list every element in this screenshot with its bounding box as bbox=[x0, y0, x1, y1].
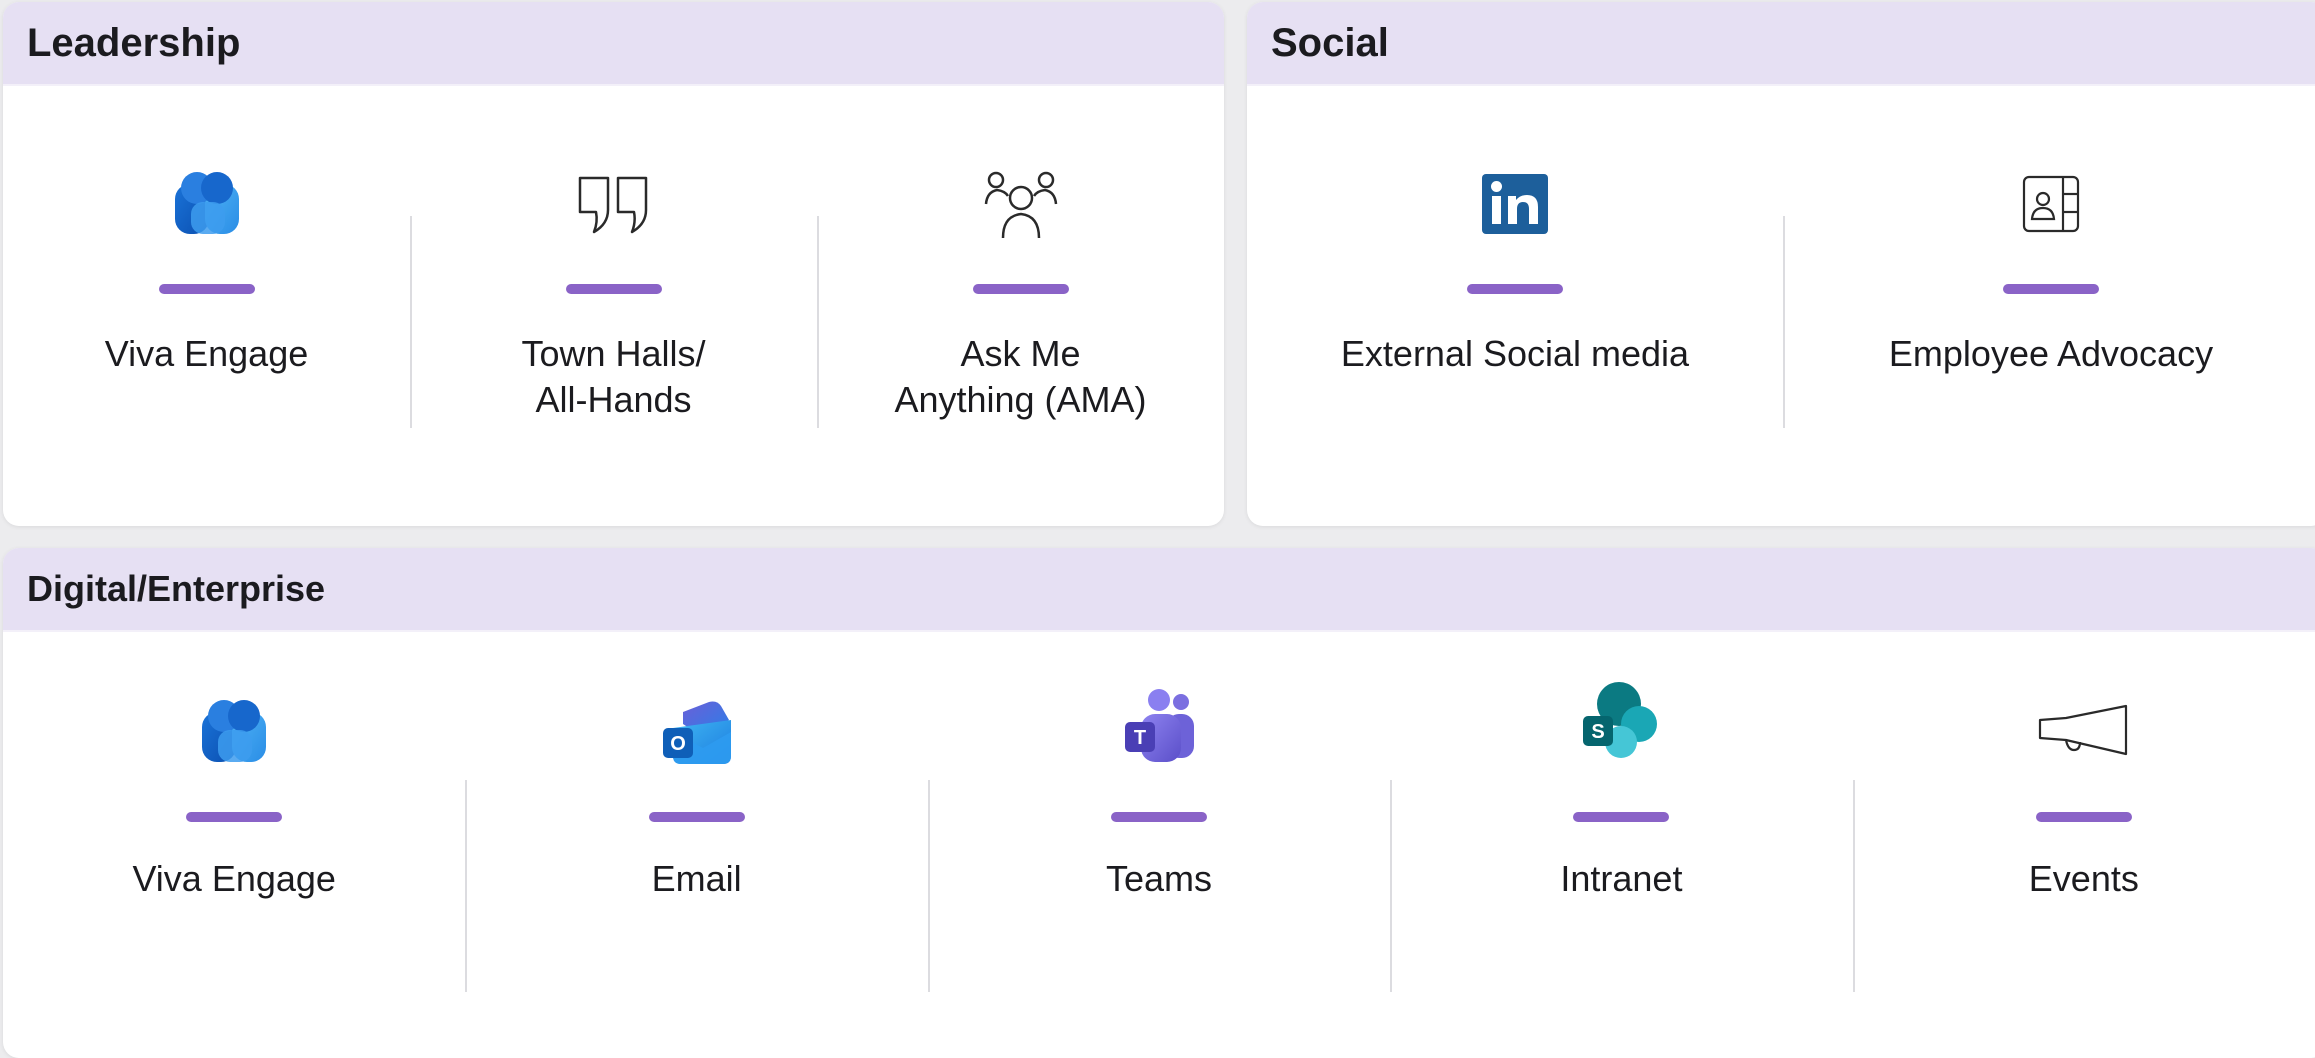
social-panel: Social External Social media Employee Ad… bbox=[1247, 2, 2315, 526]
item-label: Employee Advocacy bbox=[1888, 333, 2214, 374]
item-label: Teams bbox=[1106, 858, 1213, 899]
digital-item-intranet[interactable]: S Intranet bbox=[1390, 632, 1852, 1058]
megaphone-icon bbox=[2034, 692, 2134, 772]
accent-bar bbox=[2035, 812, 2132, 822]
item-label: External Social media bbox=[1340, 333, 1690, 374]
panel-title: Social bbox=[1271, 20, 1389, 65]
panel-title: Leadership bbox=[27, 20, 241, 65]
svg-text:T: T bbox=[1134, 727, 1146, 749]
linkedin-icon bbox=[1475, 164, 1555, 244]
svg-text:O: O bbox=[670, 733, 686, 755]
social-item-employee-advocacy[interactable]: Employee Advocacy bbox=[1783, 86, 2315, 526]
digital-item-teams[interactable]: T Teams bbox=[927, 632, 1390, 1058]
social-items: External Social media Employee Advocacy bbox=[1247, 86, 2315, 526]
teams-icon: T bbox=[1119, 686, 1199, 766]
accent-bar bbox=[186, 812, 283, 822]
panel-title: Digital/Enterprise bbox=[27, 568, 326, 609]
accent-bar bbox=[158, 284, 255, 294]
leadership-header: Leadership bbox=[3, 2, 1224, 86]
accent-bar bbox=[648, 812, 745, 822]
accent-bar bbox=[2003, 284, 2099, 294]
social-header: Social bbox=[1247, 2, 2315, 86]
accent-bar bbox=[565, 284, 662, 294]
digital-item-email[interactable]: O Email bbox=[465, 632, 927, 1058]
item-label: Email bbox=[651, 858, 742, 899]
item-label: Viva Engage bbox=[104, 333, 309, 374]
leadership-panel: Leadership Viva Engage Town Halls/ All-H… bbox=[3, 2, 1224, 526]
item-label: Viva Engage bbox=[132, 858, 336, 899]
leadership-item-ama[interactable]: Ask Me Anything (AMA) bbox=[817, 86, 1224, 526]
digital-panel: Digital/Enterprise Viva Engage O Email T… bbox=[3, 548, 2315, 1058]
sharepoint-icon: S bbox=[1581, 682, 1661, 762]
accent-bar bbox=[1467, 284, 1563, 294]
digital-item-events[interactable]: Events bbox=[1852, 632, 2315, 1058]
digital-items: Viva Engage O Email T Teams S Intranet E… bbox=[3, 632, 2315, 1058]
digital-header: Digital/Enterprise bbox=[3, 548, 2315, 632]
social-item-external-social-media[interactable]: External Social media bbox=[1247, 86, 1783, 526]
outlook-icon: O bbox=[657, 692, 737, 772]
people-group-icon bbox=[981, 164, 1061, 244]
item-label: Intranet bbox=[1560, 858, 1683, 899]
divider bbox=[1783, 216, 1785, 428]
accent-bar bbox=[972, 284, 1069, 294]
leadership-items: Viva Engage Town Halls/ All-Hands Ask Me… bbox=[3, 86, 1224, 526]
accent-bar bbox=[1111, 812, 1208, 822]
item-label: Ask Me Anything (AMA) bbox=[894, 333, 1147, 420]
quote-icon bbox=[574, 164, 654, 244]
svg-text:S: S bbox=[1592, 721, 1605, 743]
viva-engage-icon bbox=[194, 692, 274, 772]
accent-bar bbox=[1573, 812, 1670, 822]
leadership-item-town-halls[interactable]: Town Halls/ All-Hands bbox=[410, 86, 817, 526]
digital-item-viva-engage[interactable]: Viva Engage bbox=[3, 632, 465, 1058]
viva-engage-icon bbox=[167, 164, 247, 244]
item-label: Town Halls/ All-Hands bbox=[521, 333, 706, 420]
leadership-item-viva-engage[interactable]: Viva Engage bbox=[3, 86, 410, 526]
contact-card-icon bbox=[2011, 164, 2091, 244]
item-label: Events bbox=[2028, 858, 2139, 899]
